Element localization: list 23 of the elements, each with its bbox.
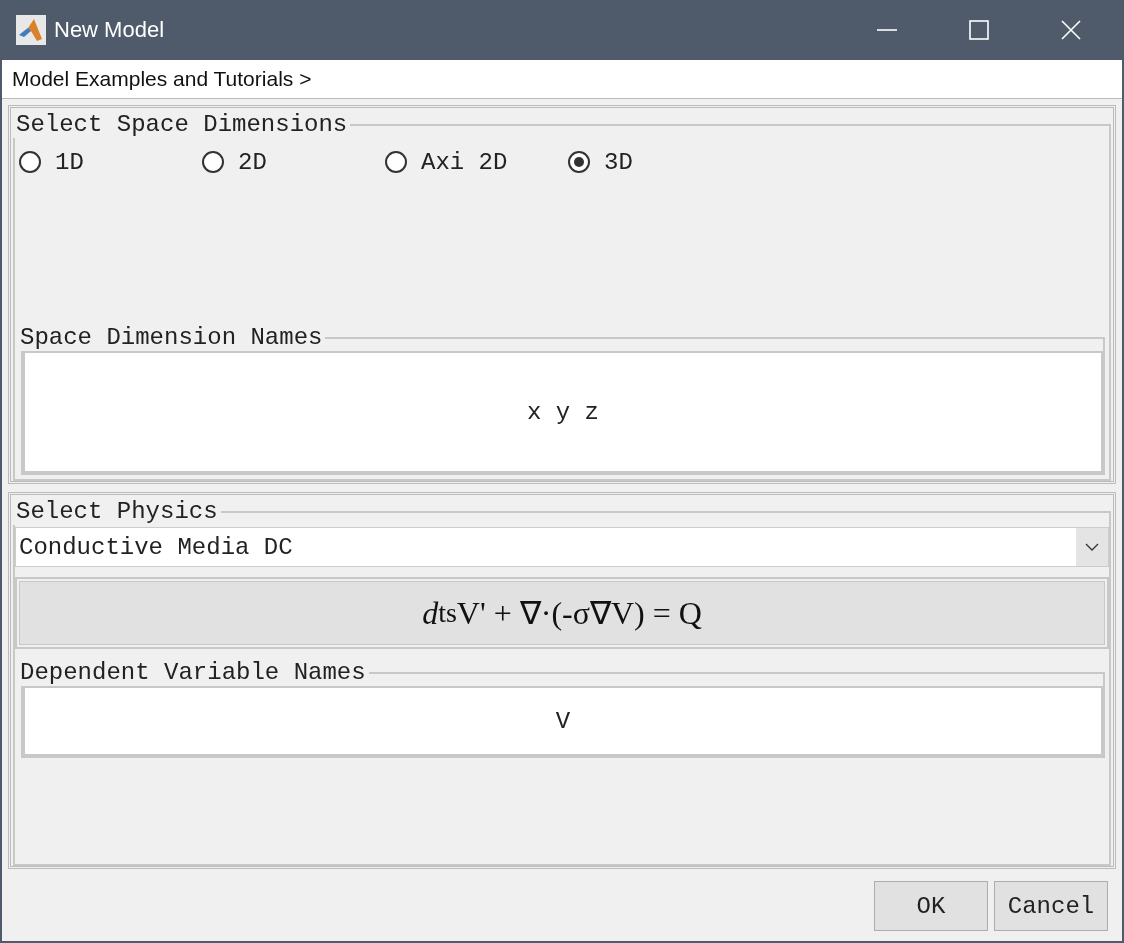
radio-button[interactable]: [385, 151, 407, 173]
radio-label[interactable]: 3D: [604, 148, 633, 176]
radio-button[interactable]: [568, 151, 590, 173]
physics-dropdown[interactable]: Conductive Media DC: [15, 527, 1109, 567]
examples-menu[interactable]: Model Examples and Tutorials >: [12, 67, 312, 91]
radio-label[interactable]: 1D: [55, 148, 84, 176]
radio-label[interactable]: Axi 2D: [421, 148, 508, 176]
chevron-down-icon: [1085, 542, 1099, 552]
radio-label[interactable]: 2D: [238, 148, 267, 176]
dialog-button[interactable]: OK: [874, 881, 988, 931]
close-icon[interactable]: [1060, 19, 1082, 41]
radio-button[interactable]: [202, 151, 224, 173]
radio-button[interactable]: [19, 151, 41, 173]
variable-names-field[interactable]: V: [23, 686, 1103, 756]
app-logo-icon: [16, 15, 46, 45]
window-title: New Model: [54, 17, 165, 43]
dialog-button[interactable]: Cancel: [994, 881, 1108, 931]
dimension-names-field[interactable]: x y z: [23, 351, 1103, 473]
group-title: Space Dimension Names: [19, 324, 324, 351]
group-title: Select Space Dimensions: [15, 111, 349, 138]
group-title: Select Physics: [15, 498, 219, 525]
maximize-icon[interactable]: [968, 19, 990, 41]
group-title: Dependent Variable Names: [19, 659, 367, 686]
